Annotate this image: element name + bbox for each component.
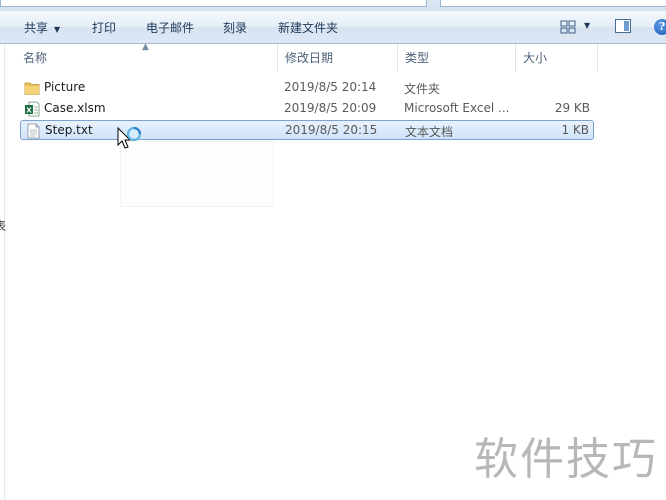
command-toolbar: 共享 ▼ 打印 电子邮件 刻录 新建文件夹 ▼ ?	[0, 11, 666, 44]
print-button[interactable]: 打印	[92, 19, 116, 36]
new-folder-button[interactable]: 新建文件夹	[278, 19, 338, 36]
watermark-text: 软件技巧	[474, 434, 658, 485]
file-row[interactable]: Picture 2019/8/5 20:14 文件夹	[20, 78, 594, 98]
folder-icon	[24, 82, 40, 95]
file-type: 文本文档	[405, 125, 454, 139]
file-row-selected[interactable]: Step.txt 2019/8/5 20:15 文本文档 1 KB	[20, 120, 594, 140]
file-type: Microsoft Excel ...	[404, 101, 510, 115]
share-label: 共享	[24, 21, 49, 35]
excel-file-icon: X	[25, 101, 40, 117]
file-type: 文件夹	[404, 82, 441, 96]
text-file-icon	[27, 123, 40, 139]
file-row[interactable]: X Case.xlsm 2019/8/5 20:09 Microsoft Exc…	[20, 99, 594, 119]
file-size: 1 KB	[561, 123, 589, 137]
column-header: 名称 ▲ 修改日期 类型 大小	[16, 42, 666, 72]
views-dropdown-icon[interactable]: ▼	[584, 21, 590, 30]
file-name: Case.xlsm	[44, 101, 106, 115]
column-date-modified[interactable]: 修改日期	[278, 44, 398, 72]
file-date: 2019/8/5 20:14	[284, 80, 377, 94]
column-size[interactable]: 大小	[516, 44, 598, 72]
chevron-down-icon: ▼	[54, 25, 61, 34]
file-date: 2019/8/5 20:15	[285, 123, 378, 137]
navigation-pane-glyph: 表	[0, 219, 7, 233]
busy-cursor-icon	[117, 127, 142, 149]
file-date: 2019/8/5 20:09	[284, 101, 377, 115]
help-icon[interactable]: ?	[654, 19, 666, 35]
column-type[interactable]: 类型	[398, 44, 516, 72]
file-name: Picture	[44, 80, 86, 94]
file-size: 29 KB	[554, 101, 590, 115]
preview-pane-icon[interactable]	[615, 19, 631, 33]
explorer-window: 共享 ▼ 打印 电子邮件 刻录 新建文件夹 ▼ ? 表 名称 ▲ 修改日期 类型 …	[0, 0, 666, 500]
address-bar[interactable]	[0, 0, 427, 7]
burn-button[interactable]: 刻录	[223, 19, 247, 36]
share-button[interactable]: 共享 ▼	[24, 19, 60, 36]
search-box[interactable]	[440, 0, 666, 7]
views-icon[interactable]	[560, 20, 576, 34]
address-bar-strip	[0, 0, 666, 11]
email-button[interactable]: 电子邮件	[146, 19, 194, 36]
navigation-pane-edge	[0, 44, 5, 500]
file-name: Step.txt	[45, 123, 93, 137]
sort-ascending-icon: ▲	[142, 42, 149, 52]
svg-text:X: X	[26, 107, 32, 115]
